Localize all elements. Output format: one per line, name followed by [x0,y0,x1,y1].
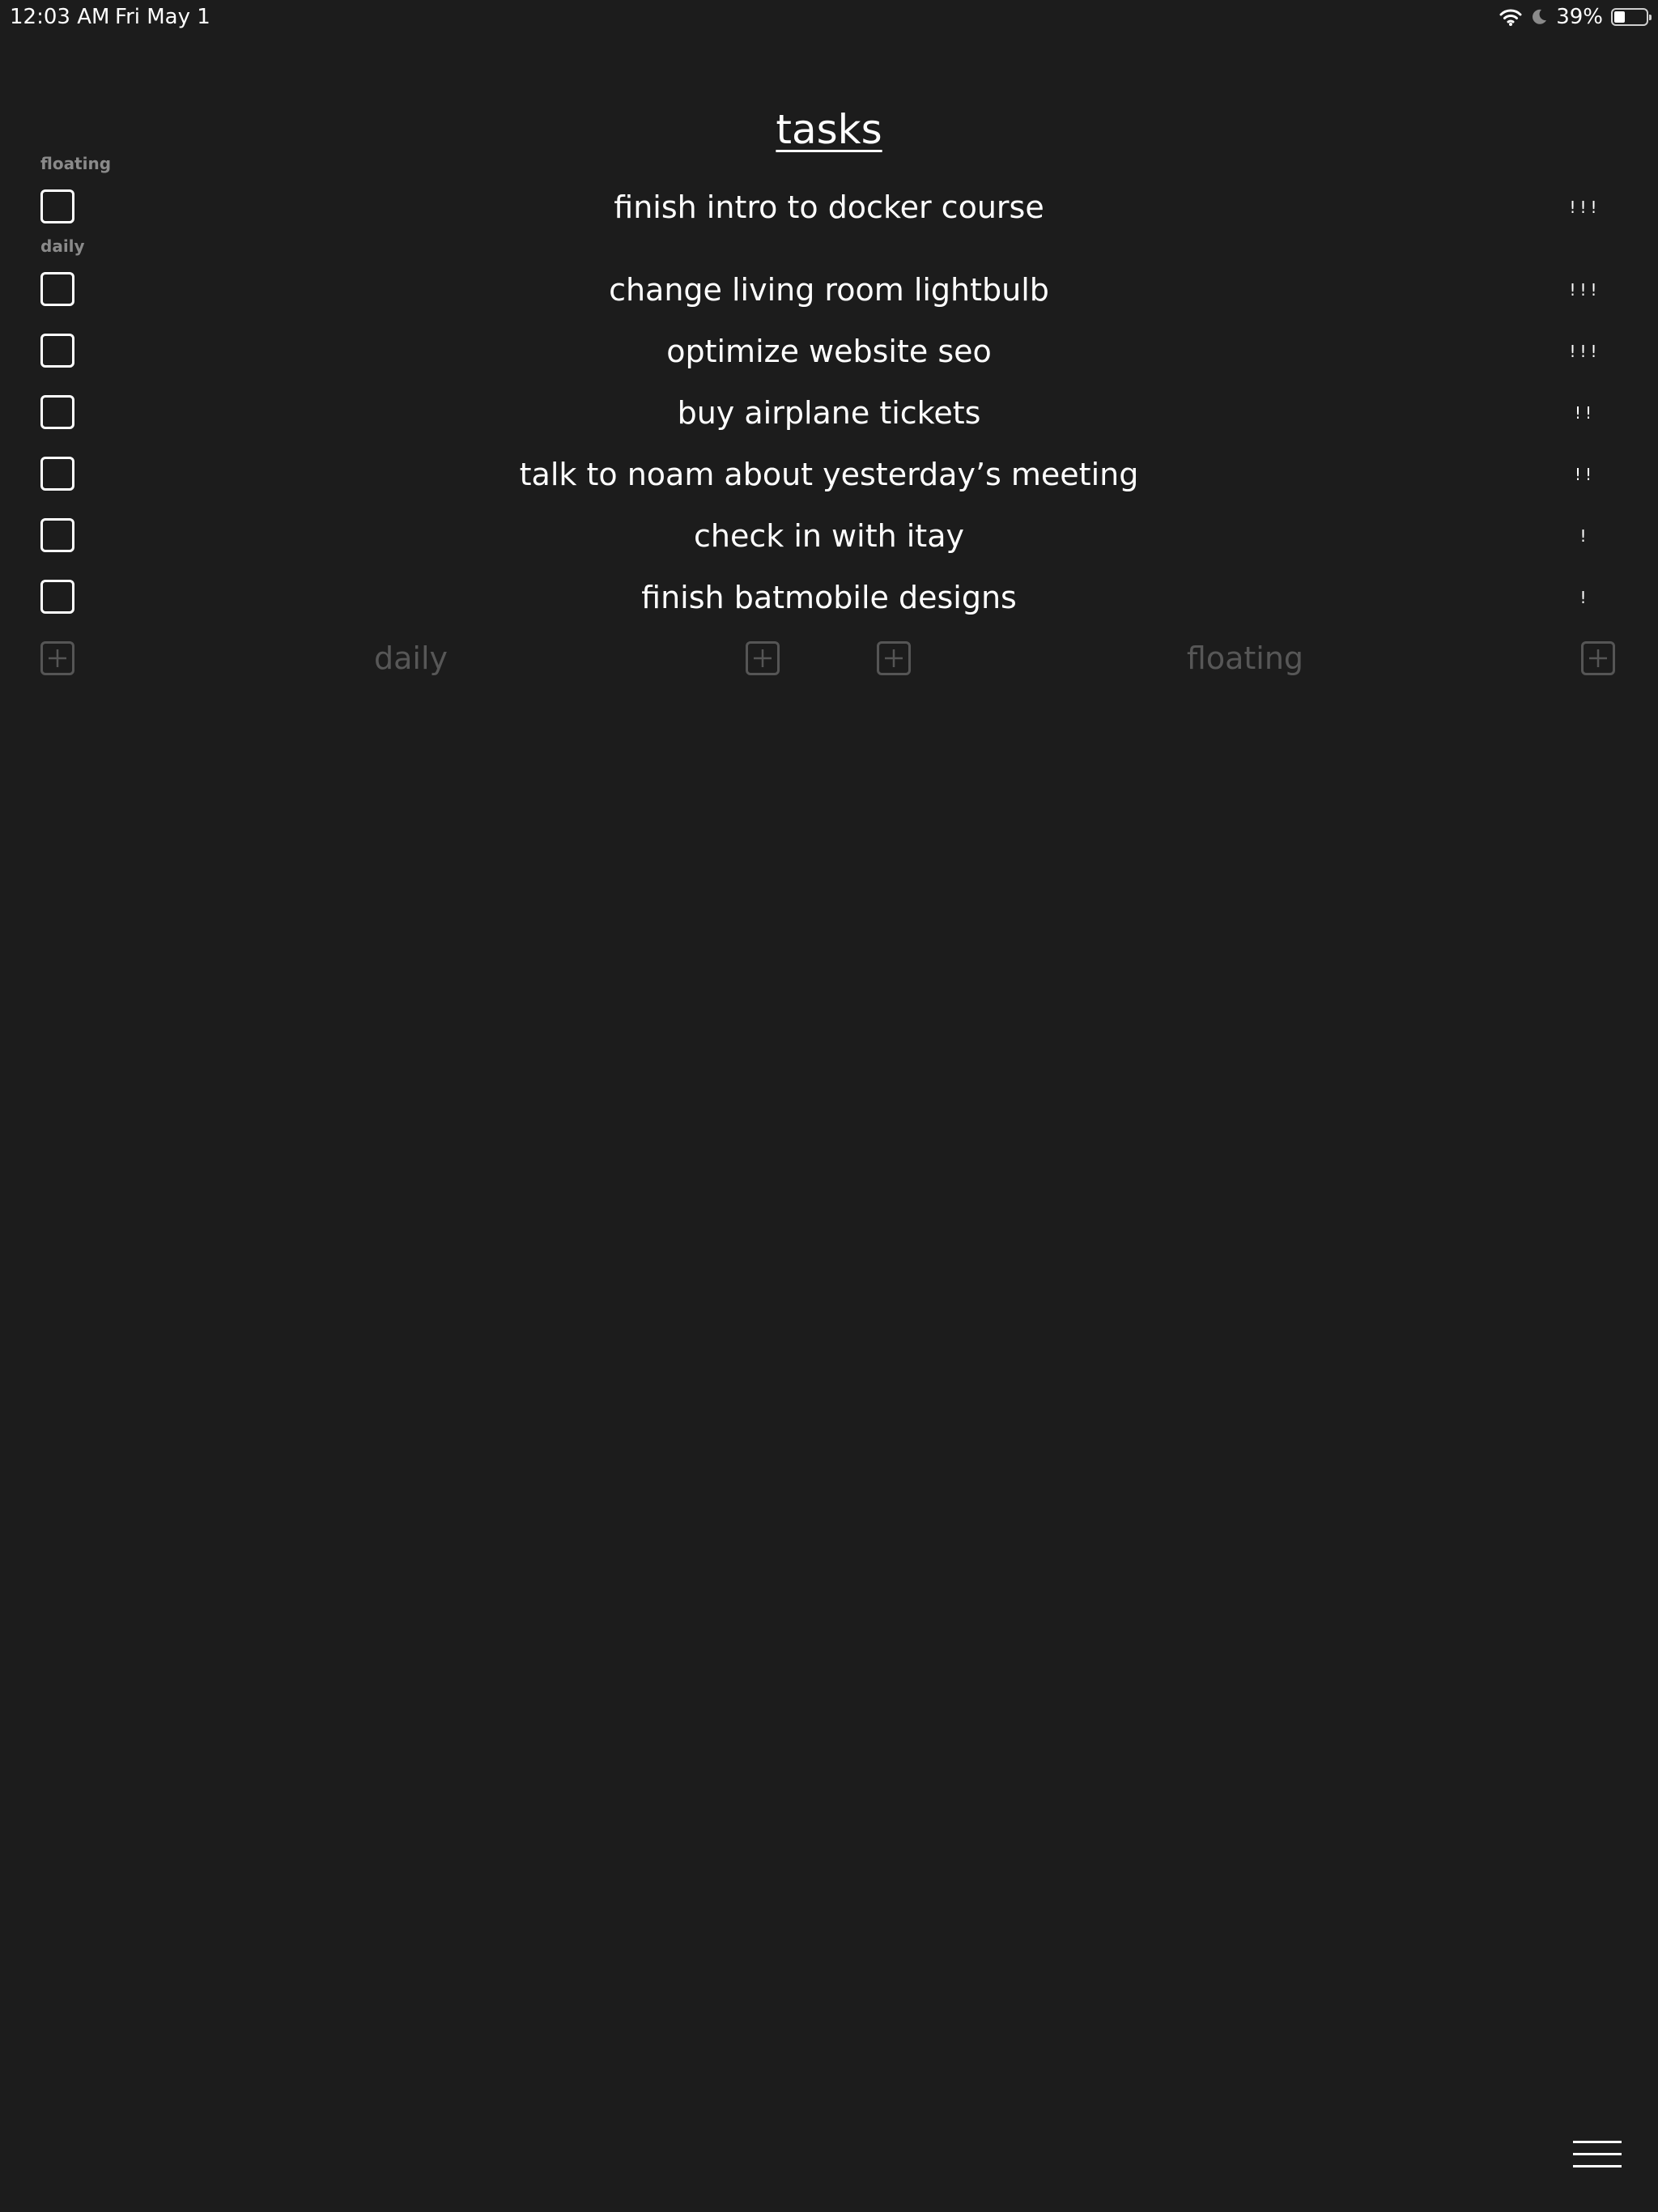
task-row: change living room lightbulb !!! [0,259,1658,321]
task-priority: !!! [1569,342,1601,361]
plus-icon [1589,649,1607,667]
status-indicators: 39% [1499,3,1652,31]
task-priority: !!! [1569,198,1601,217]
task-checkbox[interactable] [40,457,74,491]
section-label-daily: daily [40,236,85,256]
task-checkbox[interactable] [40,518,74,552]
task-row: check in with itay ! [0,505,1658,567]
plus-icon [754,649,772,667]
task-priority: !! [1574,465,1596,484]
add-daily-left-button[interactable] [40,641,74,675]
task-checkbox[interactable] [40,189,74,223]
add-floating-left-button[interactable] [877,641,911,675]
add-floating-right-button[interactable] [1581,641,1615,675]
task-row: finish intro to docker course !!! [0,177,1658,238]
task-text[interactable]: finish batmobile designs [146,567,1512,628]
screen: 12:03 AM Fri May 1 39% tasks floating fi… [0,0,1658,2212]
task-priority: !! [1574,403,1596,423]
task-text[interactable]: optimize website seo [146,321,1512,382]
add-daily-label[interactable]: daily [81,638,741,678]
task-text[interactable]: change living room lightbulb [146,259,1512,321]
battery-icon [1611,8,1652,26]
status-date: Fri May 1 [115,5,210,29]
moon-icon [1530,8,1548,26]
task-row: talk to noam about yesterday’s meeting !… [0,444,1658,505]
task-priority: ! [1579,526,1591,546]
add-daily-right-button[interactable] [746,641,780,675]
task-checkbox[interactable] [40,334,74,368]
plus-icon [49,649,66,667]
task-priority: !!! [1569,280,1601,300]
task-checkbox[interactable] [40,272,74,306]
task-priority: ! [1579,588,1591,607]
task-text[interactable]: check in with itay [146,505,1512,567]
task-checkbox[interactable] [40,395,74,429]
page-title: tasks [776,106,882,153]
add-floating-label[interactable]: floating [917,638,1573,678]
task-row: buy airplane tickets !! [0,382,1658,444]
section-label-floating: floating [40,154,112,173]
task-row: finish batmobile designs ! [0,567,1658,628]
status-time: 12:03 AM [10,5,110,29]
task-text[interactable]: talk to noam about yesterday’s meeting [146,444,1512,505]
battery-percentage: 39% [1556,5,1603,29]
plus-icon [885,649,903,667]
task-text[interactable]: buy airplane tickets [146,382,1512,444]
task-row: optimize website seo !!! [0,321,1658,382]
wifi-icon [1499,8,1522,26]
task-text[interactable]: finish intro to docker course [146,177,1512,238]
menu-button[interactable] [1573,2141,1622,2170]
task-checkbox[interactable] [40,580,74,614]
